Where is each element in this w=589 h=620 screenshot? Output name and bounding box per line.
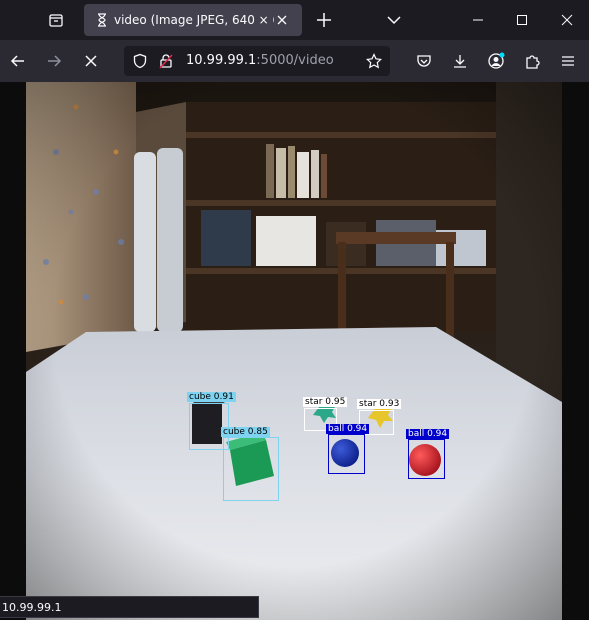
camera-scene <box>26 82 562 620</box>
back-button[interactable] <box>4 47 32 75</box>
close-window-icon <box>561 14 573 26</box>
detection-box-ball-1 <box>328 434 365 474</box>
firefox-view-button[interactable] <box>44 8 68 32</box>
tab-strip: video (Image JPEG, 640 × 640 pixels) <box>0 0 589 40</box>
close-icon[interactable] <box>274 12 290 28</box>
status-url: 10.99.99.1 <box>2 601 62 614</box>
forward-button[interactable] <box>40 47 68 75</box>
pocket-icon <box>417 55 431 67</box>
insecure-lock-icon[interactable] <box>158 53 174 69</box>
maximize-button[interactable] <box>500 0 544 40</box>
url-host: 10.99.99.1 <box>186 53 257 68</box>
account-icon <box>488 52 505 69</box>
arrow-right-icon <box>48 55 62 67</box>
star-bookmark-icon[interactable] <box>366 53 382 69</box>
detection-label: cube 0.91 <box>187 392 236 402</box>
tab-title: video (Image JPEG, 640 × 640 pixels) <box>114 13 274 27</box>
download-icon <box>454 55 466 68</box>
stop-button[interactable] <box>77 47 105 75</box>
arrow-left-icon <box>10 55 24 67</box>
detection-label: star 0.93 <box>357 399 402 409</box>
detection-label: star 0.95 <box>303 397 348 407</box>
list-all-tabs-button[interactable] <box>382 8 406 32</box>
hamburger-menu-icon <box>562 56 574 66</box>
hourglass-icon <box>98 13 106 27</box>
downloads-button[interactable] <box>446 47 474 75</box>
detection-label: ball 0.94 <box>326 424 370 434</box>
new-tab-button[interactable] <box>312 8 336 32</box>
url-text[interactable]: 10.99.99.1:5000/video <box>186 53 334 69</box>
detection-label: ball 0.94 <box>406 429 450 439</box>
maximize-icon <box>517 15 527 25</box>
stop-icon <box>85 55 97 67</box>
shield-icon[interactable] <box>132 53 148 69</box>
close-window-button[interactable] <box>545 0 589 40</box>
firefox-view-icon <box>49 14 63 27</box>
tab-active[interactable]: video (Image JPEG, 640 × 640 pixels) <box>84 4 302 36</box>
chevron-down-icon <box>387 16 401 25</box>
detection-box-ball-2 <box>408 439 445 479</box>
detection-label: cube 0.85 <box>221 427 270 437</box>
puzzle-icon <box>526 55 540 69</box>
pocket-button[interactable] <box>410 47 438 75</box>
status-panel: 10.99.99.1 <box>0 596 259 618</box>
detection-box-cube-2 <box>223 437 279 501</box>
camera-image: cube 0.91 cube 0.85 star 0.95 star 0.93 … <box>26 82 562 620</box>
extensions-button[interactable] <box>518 47 546 75</box>
minimize-icon <box>473 19 483 21</box>
url-path: :5000/video <box>256 53 334 68</box>
navigation-toolbar: 10.99.99.1:5000/video <box>0 40 589 82</box>
plus-icon <box>317 13 331 27</box>
minimize-button[interactable] <box>456 0 500 40</box>
account-button[interactable] <box>482 47 510 75</box>
menu-button[interactable] <box>554 47 582 75</box>
page-content: cube 0.91 cube 0.85 star 0.95 star 0.93 … <box>0 82 589 620</box>
url-bar[interactable]: 10.99.99.1:5000/video <box>124 46 390 76</box>
